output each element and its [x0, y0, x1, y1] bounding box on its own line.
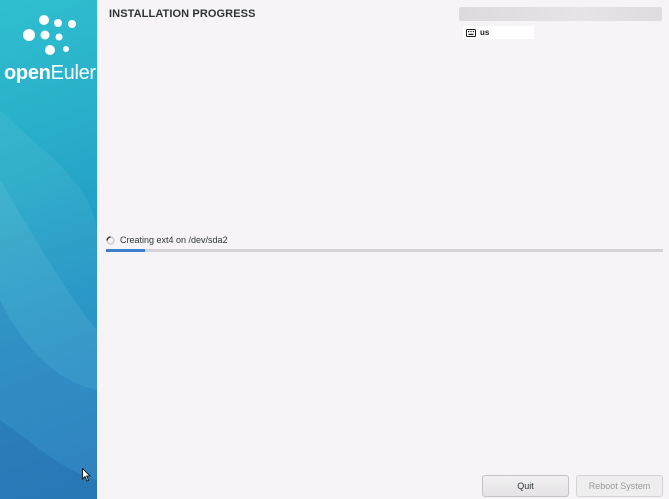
page-title: INSTALLATION PROGRESS — [109, 8, 256, 20]
reboot-system-button[interactable]: Reboot System — [576, 475, 663, 497]
installation-progress-bar — [106, 249, 663, 252]
status-text: Creating ext4 on /dev/sda2 — [120, 235, 228, 245]
openeuler-logo-text: openEuler — [4, 62, 96, 85]
logo-text-suffix: Euler — [50, 62, 97, 84]
logo-text-prefix: open — [4, 62, 51, 84]
keyboard-icon — [466, 28, 476, 37]
keyboard-layout-indicator[interactable]: us — [463, 26, 534, 39]
progress-bar-fill — [106, 249, 145, 252]
header-status-strip — [459, 7, 662, 21]
quit-button[interactable]: Quit — [482, 475, 569, 497]
spinner-icon — [106, 235, 115, 245]
keyboard-layout-label: us — [480, 28, 490, 37]
mouse-cursor-icon — [82, 468, 91, 482]
installation-status: Creating ext4 on /dev/sda2 — [106, 235, 228, 245]
openeuler-logo-icon — [23, 15, 76, 55]
sidebar: openEuler — [0, 0, 97, 499]
